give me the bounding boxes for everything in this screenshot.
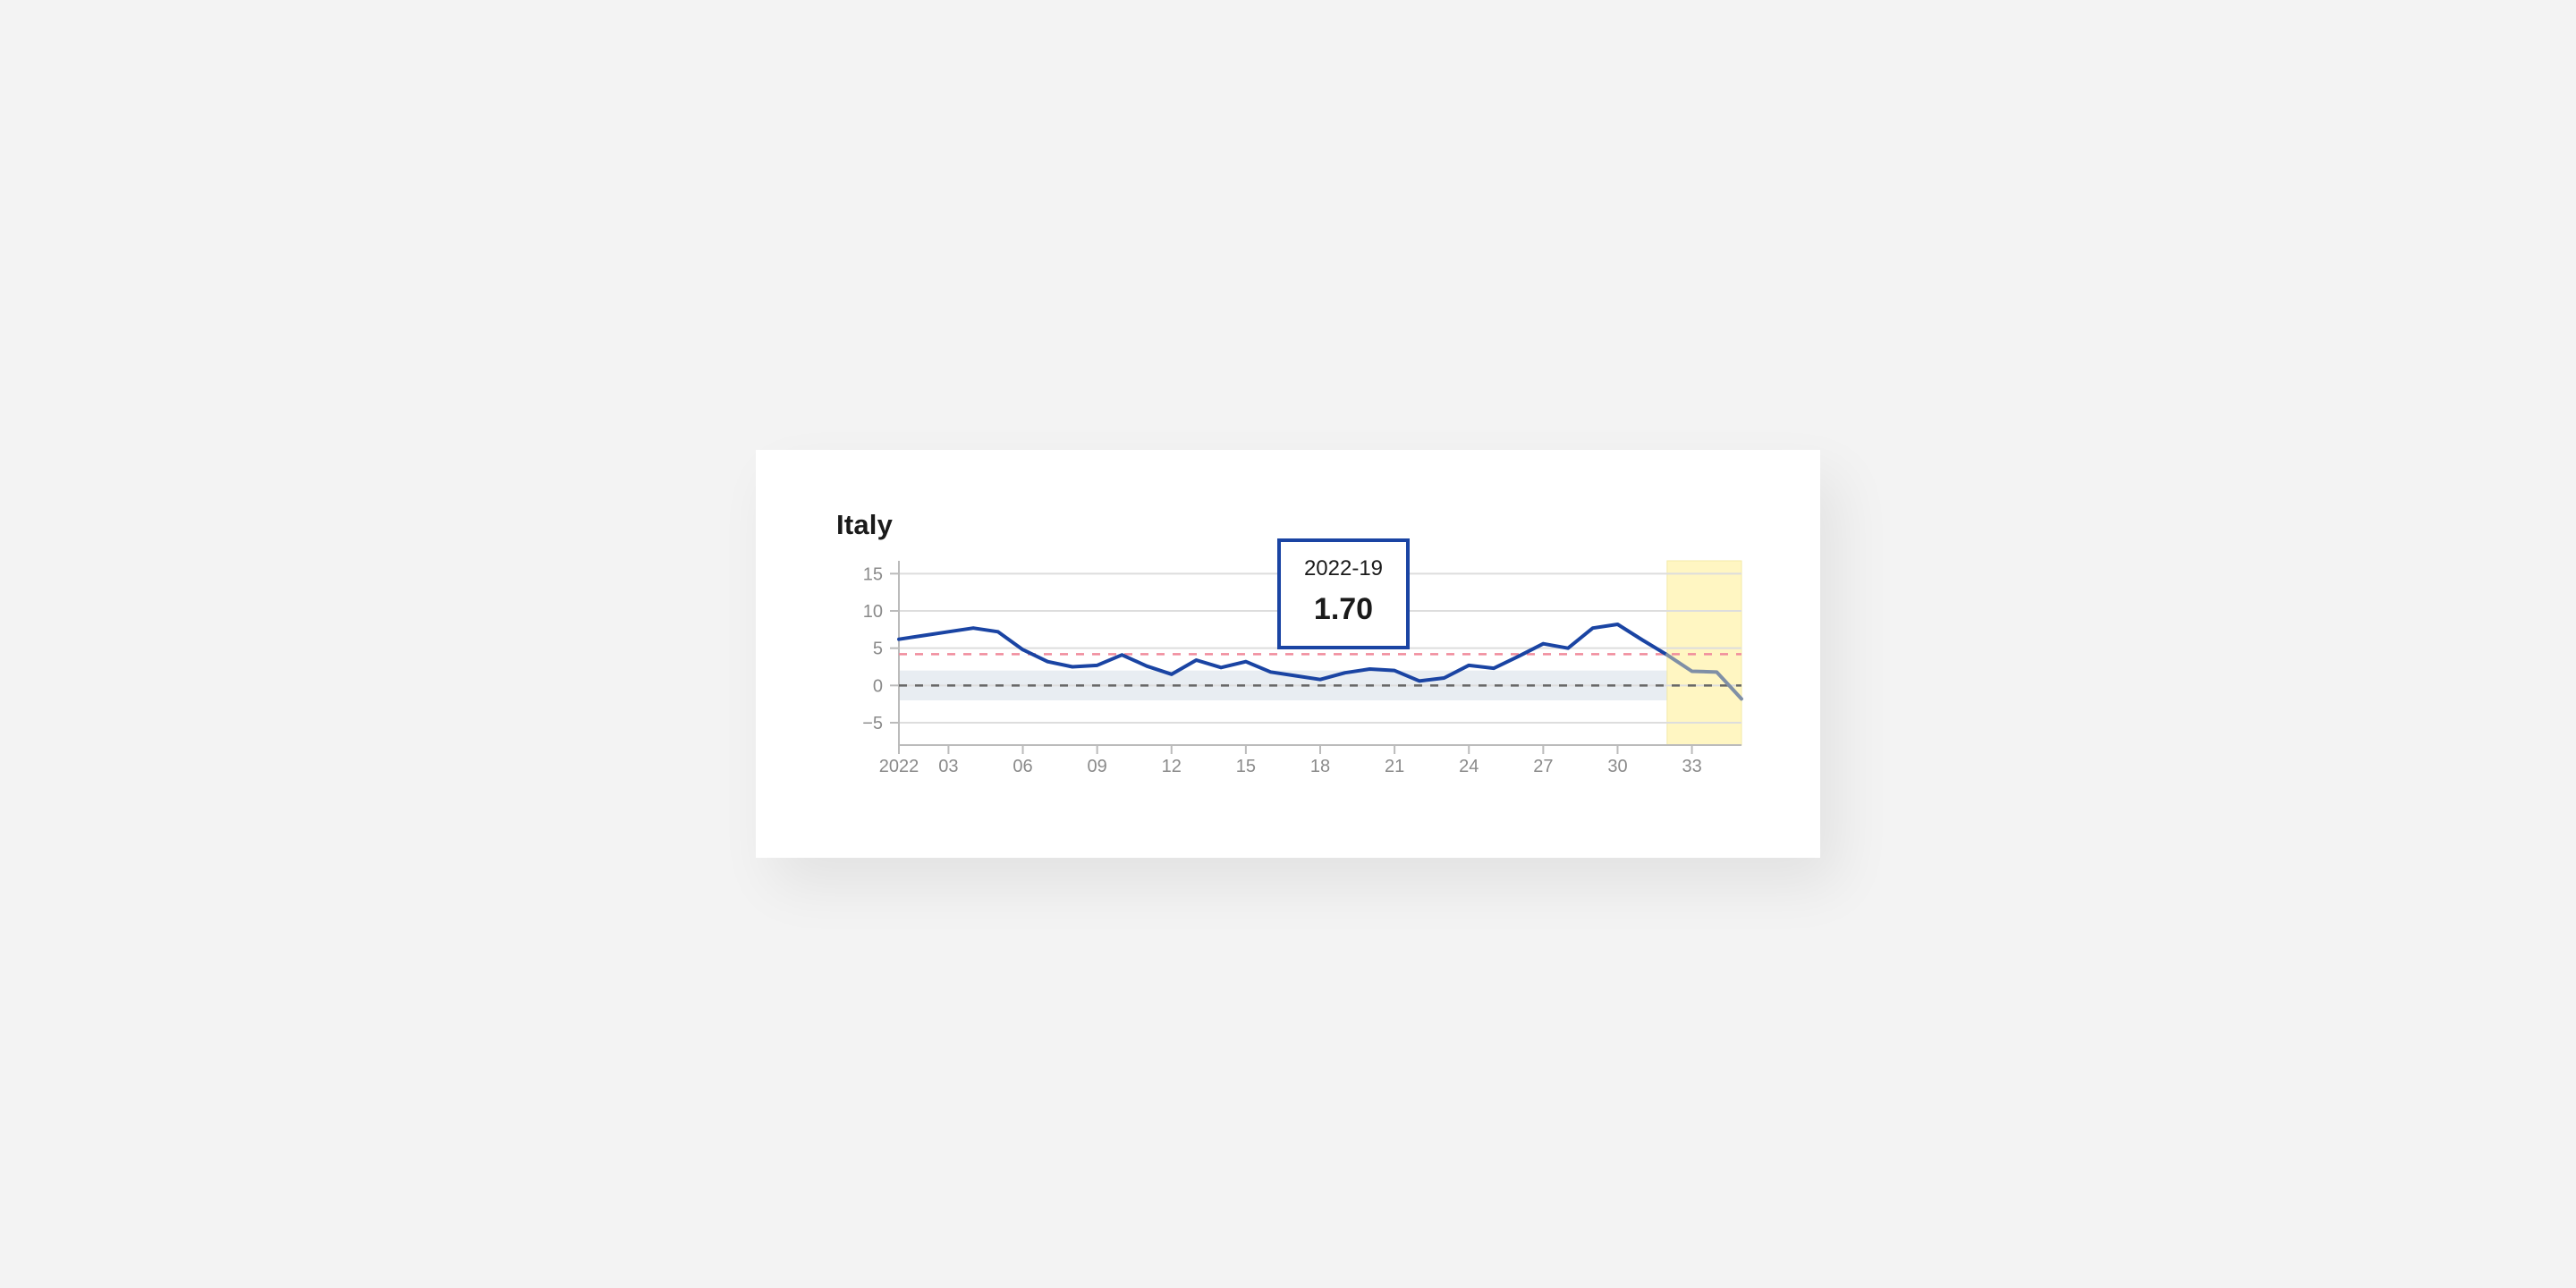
x-tick-label: 27 (1533, 757, 1553, 776)
x-tick-label: 09 (1088, 757, 1107, 776)
tooltip-week: 2022-19 (1303, 556, 1384, 580)
y-tick-label: 5 (873, 640, 883, 659)
x-tick-label: 24 (1459, 757, 1479, 776)
y-tick-label: 15 (863, 564, 883, 584)
chart-card: Italy 15 10 5 0 −5 2022 03 06 09 12 15 18 21 24 27 30 33… (756, 450, 1820, 858)
line-chart: 15 10 5 0 −5 2022 03 06 09 12 15 18 21 24 27 30 33 (862, 560, 1743, 776)
tooltip-value: 1.70 (1313, 592, 1374, 626)
y-tick-label: 10 (863, 602, 883, 622)
y-tick-label: 0 (873, 676, 883, 696)
x-tick-label: 03 (938, 757, 958, 776)
forecast-band (1666, 560, 1742, 746)
x-tick-label: 06 (1013, 757, 1032, 776)
x-tick-label: 2022 (879, 757, 919, 776)
x-tick-label: 33 (1682, 757, 1701, 776)
x-tick-label: 15 (1236, 757, 1256, 776)
x-tick-label: 21 (1385, 757, 1404, 776)
y-tick-label: −5 (862, 714, 883, 733)
x-tick-label: 30 (1607, 757, 1627, 776)
x-tick-label: 18 (1310, 757, 1330, 776)
x-tick-label: 12 (1162, 757, 1182, 776)
hover-tooltip: 2022-19 1.70 (1277, 538, 1410, 649)
